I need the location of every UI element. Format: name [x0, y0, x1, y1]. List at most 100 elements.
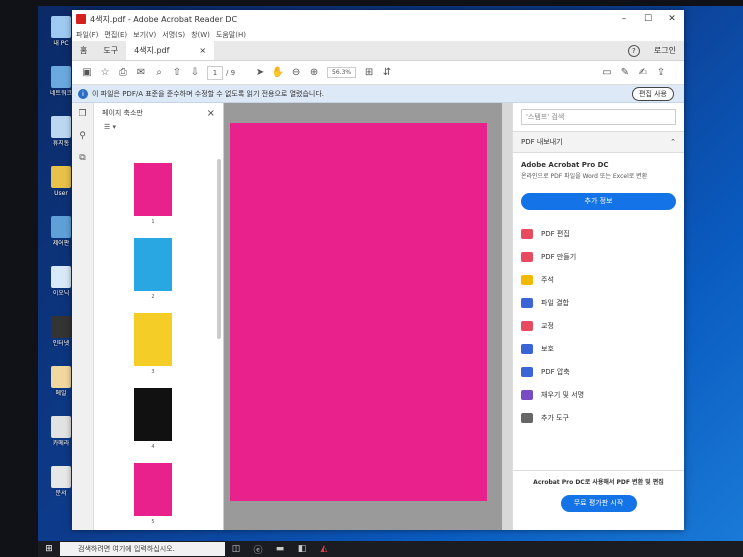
- tool-label: 채우기 및 서명: [541, 390, 585, 399]
- tool-label: 추가 도구: [541, 413, 569, 422]
- more-info-button[interactable]: 추가 정보: [521, 193, 676, 210]
- minimize-button[interactable]: –: [612, 14, 636, 24]
- login-link[interactable]: 로그인: [654, 45, 676, 56]
- acrobat-logo-icon: [76, 14, 86, 24]
- menu-file[interactable]: 파일(F): [76, 30, 98, 40]
- tool-item[interactable]: 보호: [521, 337, 676, 360]
- desktop-app-icon: [51, 366, 71, 388]
- highlight-icon[interactable]: ✎: [616, 67, 634, 78]
- free-trial-button[interactable]: 무료 평가판 시작: [560, 495, 637, 512]
- tool-label: PDF 압축: [541, 367, 570, 376]
- tool-icon: [521, 297, 533, 308]
- desktop-app-icon: [51, 166, 71, 188]
- email-icon[interactable]: ✉: [132, 67, 150, 78]
- maximize-button[interactable]: ☐: [636, 14, 660, 24]
- tool-item[interactable]: 파일 결합: [521, 291, 676, 314]
- thumbnails-title: 페이지 축소판: [102, 109, 143, 117]
- tool-search-input[interactable]: '스탬프' 검색: [521, 109, 676, 125]
- page-thumbnails-icon[interactable]: ❐: [72, 103, 93, 125]
- tab-close-icon[interactable]: ×: [199, 46, 206, 55]
- document-view[interactable]: [224, 103, 512, 530]
- tab-tools[interactable]: 도구: [95, 41, 126, 60]
- help-icon[interactable]: ?: [627, 44, 640, 57]
- zoom-select[interactable]: 56.3%: [327, 67, 357, 78]
- pdf-page-magenta: [230, 123, 487, 501]
- zoom-in-icon[interactable]: ⊕: [305, 67, 323, 78]
- comment-icon[interactable]: ▭: [598, 67, 616, 78]
- save-icon[interactable]: ▣: [78, 67, 96, 78]
- photo-frame: 내 PC 네트워크 휴지통 User 제어판 이오닉 인터넷 메일 카메라 문서 4색지.pdf …: [0, 0, 743, 557]
- print-icon[interactable]: ⎙: [114, 67, 132, 78]
- thumbnail-image: [134, 463, 172, 516]
- tool-item[interactable]: 채우기 및 서명: [521, 383, 676, 406]
- page-thumbnail[interactable]: 5: [134, 463, 172, 525]
- tool-item[interactable]: 주석: [521, 268, 676, 291]
- hand-tool-icon[interactable]: ✋: [269, 67, 287, 78]
- tool-item[interactable]: PDF 편집: [521, 222, 676, 245]
- tab-document-label: 4색지.pdf: [134, 46, 170, 55]
- store-icon[interactable]: ◧: [291, 544, 313, 554]
- menu-window[interactable]: 창(W): [191, 30, 210, 40]
- page-thumbnail[interactable]: 2: [134, 238, 172, 300]
- thumbnail-image: [134, 163, 172, 216]
- attachments-icon[interactable]: ⚲: [72, 125, 93, 147]
- thumbnails-scrollbar[interactable]: [217, 159, 221, 339]
- thumbnail-number: 5: [151, 519, 155, 525]
- desktop-app-icon: [51, 466, 71, 488]
- tool-item[interactable]: 교정: [521, 314, 676, 337]
- start-icon[interactable]: ⊞: [38, 544, 60, 554]
- enable-edit-button[interactable]: 편집 사용: [632, 86, 674, 101]
- tool-item[interactable]: PDF 압축: [521, 360, 676, 383]
- search-icon[interactable]: ⌕: [150, 67, 168, 78]
- prev-page-icon[interactable]: ⇧: [168, 67, 186, 78]
- export-pdf-header[interactable]: PDF 내보내기 ⌃: [513, 131, 684, 153]
- tab-document[interactable]: 4색지.pdf ×: [126, 41, 215, 60]
- menu-edit[interactable]: 편집(E): [104, 30, 127, 40]
- tool-icon: [521, 274, 533, 285]
- desktop-app-icon: [51, 66, 71, 88]
- page-thumbnail[interactable]: 1: [134, 163, 172, 225]
- desktop-app-icon: [51, 116, 71, 138]
- thumbnail-number: 4: [151, 444, 155, 450]
- share-icon[interactable]: ⇪: [652, 67, 670, 78]
- info-bar: i 이 파일은 PDF/A 표준을 준수하며 수정할 수 없도록 읽기 전용으로…: [72, 85, 684, 103]
- taskbar-search-input[interactable]: 검색하려면 여기에 입력하십시오.: [60, 542, 225, 556]
- next-page-icon[interactable]: ⇩: [186, 67, 204, 78]
- acrobat-taskbar-icon[interactable]: ◭: [313, 544, 335, 554]
- menu-help[interactable]: 도움말(H): [216, 30, 246, 40]
- tool-icon: [521, 389, 533, 400]
- document-scrollbar[interactable]: [502, 103, 512, 530]
- tool-label: 보호: [541, 344, 554, 353]
- close-button[interactable]: ✕: [660, 14, 684, 24]
- menu-view[interactable]: 보기(V): [133, 30, 156, 40]
- page-thumbnail[interactable]: 3: [134, 313, 172, 375]
- taskbar: ⊞ 검색하려면 여기에 입력하십시오. ◫ ⓔ ▬ ◧ ◭: [38, 541, 743, 557]
- tab-bar: 홈 도구 4색지.pdf × ? 로그인: [72, 41, 684, 61]
- thumbnail-number: 3: [151, 369, 155, 375]
- thumbnails-close-icon[interactable]: ×: [207, 108, 215, 119]
- sign-icon[interactable]: ✍: [634, 67, 652, 78]
- bookmark-star-icon[interactable]: ☆: [96, 67, 114, 78]
- folder-icon[interactable]: ▬: [269, 544, 291, 554]
- page-thumbnail[interactable]: 4: [134, 388, 172, 450]
- tool-item[interactable]: 추가 도구: [521, 406, 676, 429]
- thumbnails-options-button[interactable]: ☰ ▾: [94, 123, 223, 139]
- zoom-out-icon[interactable]: ⊖: [287, 67, 305, 78]
- right-tools-panel: '스탬프' 검색 PDF 내보내기 ⌃ Adobe Acrobat Pro DC…: [512, 103, 684, 530]
- page-number-input[interactable]: 1: [207, 65, 223, 80]
- layers-icon[interactable]: ⧉: [72, 147, 93, 169]
- fit-page-icon[interactable]: ⊞: [360, 67, 378, 78]
- tab-home[interactable]: 홈: [72, 41, 95, 60]
- menu-sign[interactable]: 서명(S): [162, 30, 185, 40]
- select-cursor-icon[interactable]: ➤: [251, 67, 269, 78]
- tool-icon: [521, 366, 533, 377]
- thumbnail-number: 2: [151, 294, 155, 300]
- task-view-icon[interactable]: ◫: [225, 544, 247, 554]
- desktop-app-icon: [51, 316, 71, 338]
- tool-item[interactable]: PDF 만들기: [521, 245, 676, 268]
- tool-icon: [521, 320, 533, 331]
- edge-icon[interactable]: ⓔ: [247, 543, 269, 556]
- left-rail: ❐ ⚲ ⧉: [72, 103, 94, 530]
- scroll-mode-icon[interactable]: ⇵: [378, 67, 396, 78]
- window-title: 4색지.pdf - Adobe Acrobat Reader DC: [90, 14, 238, 24]
